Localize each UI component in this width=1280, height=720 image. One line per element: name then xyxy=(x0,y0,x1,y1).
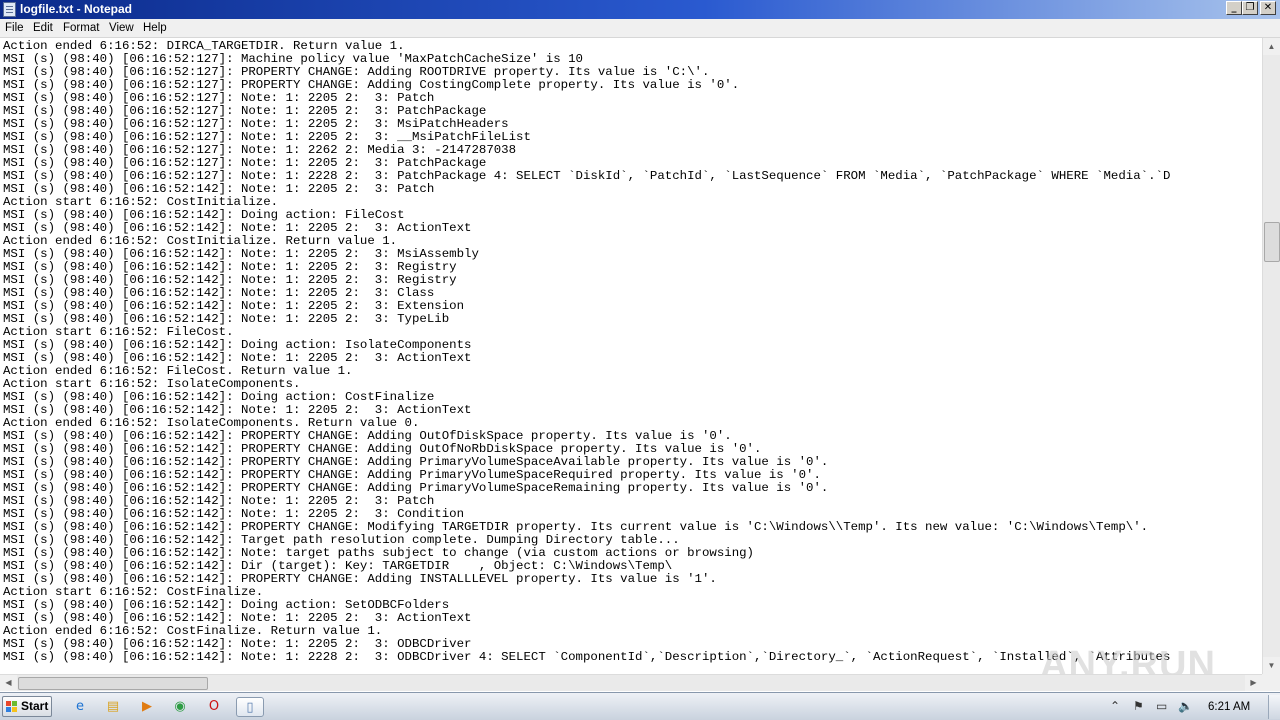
menu-format[interactable]: Format xyxy=(63,21,99,35)
scroll-down-button[interactable]: ▼ xyxy=(1263,657,1280,674)
anyrun-watermark: ANY.RUN xyxy=(1040,644,1216,674)
opera-icon[interactable]: O xyxy=(203,697,225,717)
vertical-scrollbar[interactable]: ▲ ▼ xyxy=(1262,38,1280,674)
media-player-icon[interactable]: ▶ xyxy=(136,697,158,717)
notepad-icon[interactable]: ▯ xyxy=(236,697,264,717)
network-icon[interactable]: ▭ xyxy=(1156,699,1167,713)
windows-logo-icon xyxy=(6,701,18,713)
scroll-left-button[interactable]: ◀ xyxy=(0,675,17,691)
horizontal-scroll-thumb[interactable] xyxy=(18,677,208,690)
notepad-app-icon[interactable] xyxy=(3,2,16,17)
vertical-scroll-thumb[interactable] xyxy=(1264,222,1280,262)
scroll-right-button[interactable]: ▶ xyxy=(1245,675,1262,691)
log-text: Action ended 6:16:52: DIRCA_TARGETDIR. R… xyxy=(3,40,1170,664)
close-button[interactable]: ✕ xyxy=(1260,1,1276,15)
start-button[interactable]: Start xyxy=(2,696,52,717)
menu-help[interactable]: Help xyxy=(143,21,167,35)
start-label: Start xyxy=(21,699,49,713)
scroll-up-button[interactable]: ▲ xyxy=(1263,38,1280,55)
show-desktop-button[interactable] xyxy=(1268,695,1280,719)
text-editor[interactable]: Action ended 6:16:52: DIRCA_TARGETDIR. R… xyxy=(0,38,1262,674)
window-title: logfile.txt - Notepad xyxy=(20,2,132,16)
volume-icon[interactable]: 🔈 xyxy=(1178,699,1193,713)
menu-file[interactable]: File xyxy=(5,21,24,35)
size-grip[interactable] xyxy=(1262,674,1280,691)
maximize-button[interactable]: ❐ xyxy=(1242,1,1258,15)
taskbar: Start e ▤ ▶ ◉ O ▯ ⌃ ⚑ ▭ 🔈 6:21 AM xyxy=(0,692,1280,720)
explorer-icon[interactable]: ▤ xyxy=(102,697,124,717)
title-bar[interactable]: logfile.txt - Notepad _ ❐ ✕ xyxy=(0,0,1280,19)
tray-chevron-icon[interactable]: ⌃ xyxy=(1110,699,1120,713)
chrome-icon[interactable]: ◉ xyxy=(169,697,191,717)
menu-edit[interactable]: Edit xyxy=(33,21,53,35)
ie-icon[interactable]: e xyxy=(69,697,91,717)
log-line: MSI (s) (98:40) [06:16:52:142]: Note: 1:… xyxy=(3,650,1171,664)
system-clock[interactable]: 6:21 AM xyxy=(1208,700,1250,714)
horizontal-scrollbar[interactable]: ◀ ▶ xyxy=(0,674,1262,691)
menu-bar: File Edit Format View Help xyxy=(0,19,1280,38)
action-center-flag-icon[interactable]: ⚑ xyxy=(1133,699,1144,713)
minimize-button[interactable]: _ xyxy=(1226,1,1242,15)
menu-view[interactable]: View xyxy=(109,21,134,35)
